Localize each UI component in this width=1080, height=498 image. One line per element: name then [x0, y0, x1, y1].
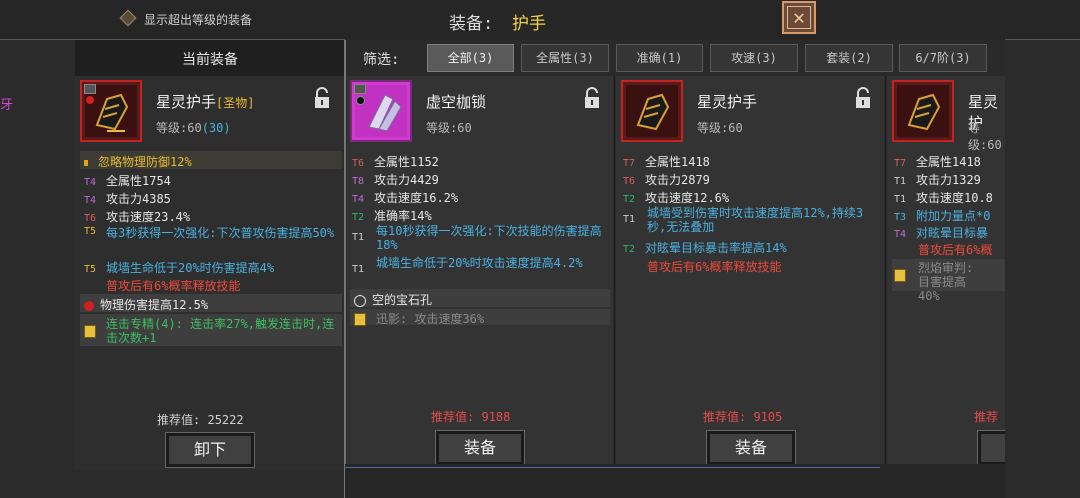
current-item-name: 星灵护手 [156, 93, 217, 111]
set-bonus-row: 烈焰审判: 目害提高40% [894, 261, 1004, 303]
recommend-value: 推荐值: 9188 [431, 410, 511, 424]
current-item-icon[interactable] [80, 80, 142, 142]
empty-socket-icon [356, 96, 365, 105]
affix-row: T4 对眩晕目标暴 [894, 226, 989, 240]
affix-row: T5 城墙生命低于20%时伤害提高4% [84, 261, 275, 275]
candidate-item-level: 等级:60 [426, 121, 472, 135]
close-icon: ✕ [787, 6, 811, 29]
equip-button[interactable] [977, 430, 1005, 466]
tab-set[interactable]: 套装(2) [805, 44, 893, 72]
filter-label: 筛选: [363, 52, 400, 68]
divider [1005, 39, 1080, 40]
affix-row: T1 攻击速度10.8 [894, 191, 993, 205]
show-overlevel-toggle-label[interactable]: 显示超出等级的装备 [144, 11, 252, 28]
lock-icon[interactable] [854, 87, 872, 109]
divider [885, 76, 886, 466]
candidate-item-icon[interactable] [621, 80, 683, 142]
affix-row: T6 攻击力2879 [623, 173, 710, 187]
affix-row: T1 城墙生命低于20%时攻击速度提高4.2% [352, 256, 583, 275]
candidate-item-name: 星灵护手 [697, 93, 758, 111]
page-title-slot: 护手 [512, 14, 546, 34]
affix-row: 普攻后有6%概率释放技能 [106, 279, 241, 293]
close-button[interactable]: ✕ [782, 1, 816, 34]
affix-row: T7 全属性1418 [894, 155, 981, 169]
affix-row: T5 每3秒获得一次强化:下次普攻伤害提高50% [84, 226, 335, 240]
quality-badge-icon [84, 84, 96, 94]
divider [344, 40, 346, 498]
page-title-prefix: 装备: [449, 14, 494, 34]
affix-row: T8 攻击力4429 [352, 173, 439, 187]
red-gem-icon [86, 96, 94, 104]
tab-tier-6-7[interactable]: 6/7阶(3) [899, 44, 987, 72]
recommend-value: 推荐值: 9105 [703, 410, 783, 424]
current-equipment-title: 当前装备 [182, 52, 238, 68]
affix-row: T1 城墙受到伤害时攻击速度提高12%,持续3秒,无法叠加 [623, 206, 864, 234]
candidate-item-icon[interactable] [350, 80, 412, 142]
affix-row: T3 附加力量点*0 [894, 209, 991, 223]
set-flag-icon [84, 325, 96, 338]
affix-row: 忽略物理防御12% [84, 153, 192, 170]
set-bonus-row: 迅影: 攻击速度36% [354, 310, 484, 327]
affix-row: T6 攻击速度23.4% [84, 210, 191, 224]
current-item-level: 等级:60(30) [156, 121, 231, 135]
affix-row: T7 全属性1418 [623, 155, 710, 169]
scroll-indicator[interactable] [345, 467, 880, 468]
affix-row: T4 全属性1754 [84, 174, 171, 188]
quality-badge-icon [354, 84, 366, 94]
affix-row: 普攻后有6%概 [918, 243, 993, 257]
set-flag-icon [894, 269, 906, 282]
red-gem-icon [84, 300, 94, 311]
tab-all[interactable]: 全部(3) [427, 44, 514, 72]
lock-icon[interactable] [313, 87, 331, 109]
affix-row: T2 攻击速度12.6% [623, 191, 730, 205]
bullet-icon [84, 159, 88, 166]
unequip-button[interactable]: 卸下 [165, 432, 255, 468]
affix-row: T2 准确率14% [352, 209, 432, 223]
affix-row: T6 全属性1152 [352, 155, 439, 169]
candidate-item-level: 等级:60 [968, 121, 1002, 152]
candidate-item-name: 虚空枷锁 [426, 93, 487, 111]
tab-attack-speed[interactable]: 攻速(3) [710, 44, 798, 72]
affix-row: T1 每10秒获得一次强化:下次技能的伤害提高18% [352, 224, 602, 252]
affix-row: T4 攻击力4385 [84, 192, 171, 206]
divider [614, 76, 615, 466]
tab-all-attributes[interactable]: 全属性(3) [521, 44, 609, 72]
set-flag-icon [354, 313, 366, 326]
footer-strip [345, 464, 1005, 498]
affix-row: T4 攻击速度16.2% [352, 191, 459, 205]
recommend-value: 推荐值: 25222 [157, 413, 244, 427]
tab-accuracy[interactable]: 准确(1) [616, 44, 703, 72]
item-rarity-tag: [圣物] [216, 96, 255, 110]
gem-row: 物理伤害提高12.5% [84, 296, 208, 313]
clipped-card-content: 星灵护 等级:60 T7 全属性1418 T1 攻击力1329 T1 攻击速度10.8… [892, 76, 1005, 466]
gauntlet-icon [636, 93, 670, 131]
affix-row: T1 攻击力1329 [894, 173, 981, 187]
equip-button[interactable]: 装备 [435, 430, 525, 466]
affix-row: 普攻后有6%概率释放技能 [647, 260, 782, 274]
recommend-value: 推荐 [974, 410, 999, 424]
offscreen-label-fragment: 牙 [0, 98, 14, 113]
socket-row: 空的宝石孔 [354, 291, 432, 308]
lock-icon[interactable] [583, 87, 601, 109]
set-bonus-row: 连击专精(4): 连击率27%,触发连击时,连击次数+1 [84, 317, 336, 345]
empty-socket-icon [354, 294, 366, 307]
affix-row: T2 对眩晕目标暴击率提高14% [623, 241, 787, 255]
equip-button[interactable]: 装备 [706, 430, 796, 466]
candidate-item-level: 等级:60 [697, 121, 743, 135]
